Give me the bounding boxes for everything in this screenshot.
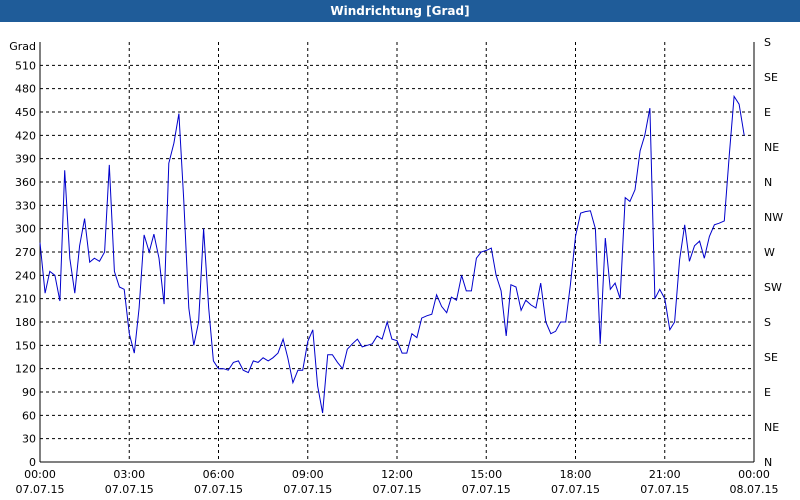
y-axis-label: Grad	[9, 40, 36, 53]
compass-tick-label: NW	[764, 211, 783, 224]
y-tick-label: 480	[15, 83, 36, 96]
y-tick-label: 330	[15, 199, 36, 212]
y-tick-label: 270	[15, 246, 36, 259]
compass-tick-label: E	[764, 386, 771, 399]
compass-tick-label: N	[764, 456, 772, 469]
y-tick-label: 510	[15, 59, 36, 72]
x-tick-date: 07.07.15	[551, 483, 600, 496]
x-tick-date: 08.07.15	[730, 483, 779, 496]
compass-tick-label: SE	[764, 351, 778, 364]
y-tick-label: 180	[15, 316, 36, 329]
x-tick-date: 07.07.15	[462, 483, 511, 496]
x-tick-date: 07.07.15	[194, 483, 243, 496]
x-tick-time: 00:00	[738, 468, 770, 481]
compass-tick-label: S	[764, 316, 771, 329]
y-tick-label: 60	[22, 409, 36, 422]
x-tick-time: 12:00	[381, 468, 413, 481]
grid-lines	[40, 42, 754, 462]
compass-tick-label: NE	[764, 421, 779, 434]
compass-tick-label: NE	[764, 141, 779, 154]
x-tick-time: 03:00	[113, 468, 145, 481]
series-line	[39, 94, 745, 414]
window-title: Windrichtung [Grad]	[330, 4, 470, 18]
y-tick-label: 360	[15, 176, 36, 189]
compass-tick-label: S	[764, 36, 771, 49]
x-tick-time: 18:00	[560, 468, 592, 481]
x-tick-time: 06:00	[203, 468, 235, 481]
chart-title-bar: Windrichtung [Grad]	[0, 0, 800, 22]
x-tick-date: 07.07.15	[373, 483, 422, 496]
wind-direction-chart: 0306090120150180210240270300330360390420…	[9, 36, 783, 496]
y-tick-label: 210	[15, 293, 36, 306]
x-tick-time: 00:00	[24, 468, 56, 481]
x-tick-date: 07.07.15	[640, 483, 689, 496]
y-tick-label: 150	[15, 339, 36, 352]
x-tick-time: 15:00	[470, 468, 502, 481]
x-tick-date: 07.07.15	[105, 483, 154, 496]
y-tick-label: 120	[15, 363, 36, 376]
x-tick-time: 09:00	[292, 468, 324, 481]
tick-labels: 0306090120150180210240270300330360390420…	[9, 36, 783, 496]
x-tick-time: 21:00	[649, 468, 681, 481]
series-layer	[39, 94, 745, 414]
y-tick-label: 420	[15, 129, 36, 142]
compass-tick-label: E	[764, 106, 771, 119]
compass-tick-label: SE	[764, 71, 778, 84]
y-tick-label: 240	[15, 269, 36, 282]
y-tick-label: 390	[15, 153, 36, 166]
x-tick-date: 07.07.15	[16, 483, 65, 496]
y-tick-label: 300	[15, 223, 36, 236]
compass-tick-label: N	[764, 176, 772, 189]
y-tick-label: 30	[22, 433, 36, 446]
compass-tick-label: SW	[764, 281, 782, 294]
y-tick-label: 90	[22, 386, 36, 399]
compass-tick-label: W	[764, 246, 775, 259]
y-tick-label: 450	[15, 106, 36, 119]
x-tick-date: 07.07.15	[283, 483, 332, 496]
